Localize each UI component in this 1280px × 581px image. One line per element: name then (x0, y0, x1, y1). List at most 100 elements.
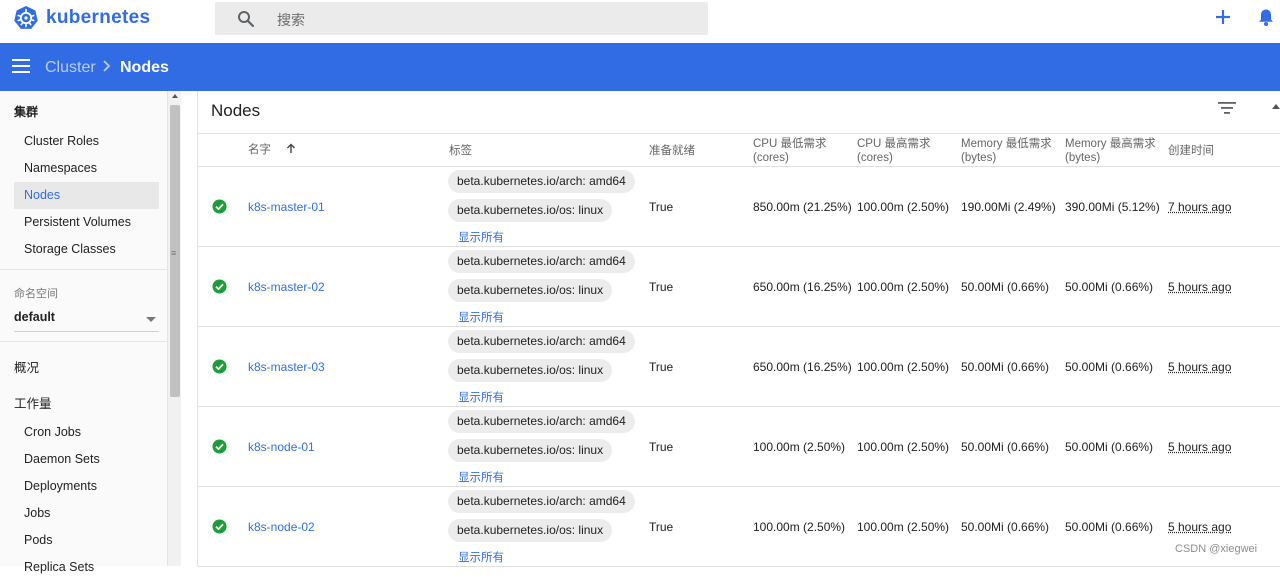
app-name: kubernetes (46, 7, 150, 29)
created-age[interactable]: 5 hours ago (1168, 520, 1231, 534)
node-name-link[interactable]: k8s-master-02 (248, 280, 325, 294)
created-age[interactable]: 5 hours ago (1168, 280, 1231, 294)
sidebar-item-jobs[interactable]: Jobs (14, 500, 159, 527)
chevron-right-icon (101, 58, 113, 74)
label-chip: beta.kubernetes.io/os: linux (448, 519, 612, 542)
namespace-select[interactable]: default (14, 310, 159, 332)
show-all-labels-link[interactable]: 显示所有 (458, 469, 504, 485)
label-chip: beta.kubernetes.io/os: linux (448, 279, 612, 302)
top-bar: kubernetes 搜索 (0, 0, 1280, 43)
column-header-ready[interactable]: 准备就绪 (649, 144, 695, 158)
show-all-labels-link[interactable]: 显示所有 (458, 549, 504, 565)
table-row: k8s-master-02 beta.kubernetes.io/arch: a… (198, 247, 1280, 327)
sidebar: 集群 Cluster Roles Namespaces Nodes Persis… (0, 91, 167, 566)
label-chip: beta.kubernetes.io/os: linux (448, 439, 612, 462)
header-divider (198, 133, 1280, 134)
sidebar-item-storage-classes[interactable]: Storage Classes (14, 236, 159, 263)
search-input[interactable]: 搜索 (215, 2, 708, 35)
sidebar-item-cron-jobs[interactable]: Cron Jobs (14, 419, 159, 446)
sidebar-divider (0, 269, 167, 270)
column-header-name-label: 名字 (248, 144, 271, 156)
plus-icon[interactable] (1213, 7, 1233, 27)
cpu-limits-value: 100.00m (2.50%) (857, 360, 949, 374)
column-header-labels: 标签 (449, 144, 472, 158)
column-header-memory-requests[interactable]: Memory 最低需求 (bytes) (961, 137, 1052, 165)
sidebar-divider (0, 341, 167, 342)
sidebar-scrollbar[interactable]: ≡ (167, 91, 181, 566)
show-all-labels-link[interactable]: 显示所有 (458, 389, 504, 405)
label-chip: beta.kubernetes.io/os: linux (448, 199, 612, 222)
node-name-link[interactable]: k8s-node-01 (248, 440, 315, 454)
sidebar-item-pods[interactable]: Pods (14, 527, 159, 554)
sidebar-item-overview[interactable]: 概况 (14, 357, 39, 376)
column-header-memory-limits-label: Memory 最高需求 (1065, 137, 1156, 151)
nodes-panel: Nodes 名字 标签 准备就绪 CPU 最低需求 (cores) CPU 最高… (197, 91, 1280, 566)
column-header-name[interactable]: 名字 (248, 143, 296, 157)
kubernetes-wheel-icon (13, 5, 39, 31)
ready-value: True (649, 200, 673, 214)
sidebar-item-daemon-sets[interactable]: Daemon Sets (14, 446, 159, 473)
check-circle-icon (212, 359, 227, 374)
column-header-cpu-limits[interactable]: CPU 最高需求 (cores) (857, 137, 930, 165)
memory-limits-value: 50.00Mi (0.66%) (1065, 440, 1153, 454)
column-header-memory-limits-unit: (bytes) (1065, 151, 1156, 165)
table-row: k8s-master-01 beta.kubernetes.io/arch: a… (198, 167, 1280, 247)
breadcrumb-cluster[interactable]: Cluster (45, 59, 96, 77)
memory-requests-value: 190.00Mi (2.49%) (961, 200, 1056, 214)
memory-limits-value: 50.00Mi (0.66%) (1065, 360, 1153, 374)
column-header-cpu-limits-unit: (cores) (857, 151, 930, 165)
label-chip: beta.kubernetes.io/arch: amd64 (448, 410, 635, 433)
sidebar-section-cluster: 集群 (14, 103, 38, 120)
memory-requests-value: 50.00Mi (0.66%) (961, 280, 1049, 294)
cpu-requests-value: 100.00m (2.50%) (753, 520, 845, 534)
sidebar-item-cluster-roles[interactable]: Cluster Roles (14, 128, 159, 155)
show-all-labels-link[interactable]: 显示所有 (458, 229, 504, 245)
column-header-cpu-requests[interactable]: CPU 最低需求 (cores) (753, 137, 826, 165)
node-name-link[interactable]: k8s-node-02 (248, 520, 315, 534)
cpu-limits-value: 100.00m (2.50%) (857, 520, 949, 534)
memory-limits-value: 50.00Mi (0.66%) (1065, 520, 1153, 534)
memory-limits-value: 390.00Mi (5.12%) (1065, 200, 1160, 214)
sidebar-item-deployments[interactable]: Deployments (14, 473, 159, 500)
filter-list-icon[interactable] (1218, 101, 1236, 115)
sidebar-item-nodes[interactable]: Nodes (14, 182, 159, 209)
check-circle-icon (212, 519, 227, 534)
label-chip: beta.kubernetes.io/os: linux (448, 359, 612, 382)
node-name-link[interactable]: k8s-master-01 (248, 200, 325, 214)
ready-value: True (649, 280, 673, 294)
scroll-up-icon[interactable] (172, 94, 178, 98)
page-title: Nodes (211, 101, 260, 121)
column-header-memory-limits[interactable]: Memory 最高需求 (bytes) (1065, 137, 1156, 165)
cpu-requests-value: 850.00m (21.25%) (753, 200, 852, 214)
memory-limits-value: 50.00Mi (0.66%) (1065, 280, 1153, 294)
column-header-cpu-requests-label: CPU 最低需求 (753, 137, 826, 151)
column-header-memory-requests-unit: (bytes) (961, 151, 1052, 165)
table-row: k8s-node-01 beta.kubernetes.io/arch: amd… (198, 407, 1280, 487)
column-header-created[interactable]: 创建时间 (1168, 144, 1214, 158)
node-name-link[interactable]: k8s-master-03 (248, 360, 325, 374)
ready-value: True (649, 440, 673, 454)
ready-value: True (649, 520, 673, 534)
column-header-cpu-requests-unit: (cores) (753, 151, 826, 165)
bell-icon[interactable] (1256, 7, 1276, 27)
sidebar-item-persistent-volumes[interactable]: Persistent Volumes (14, 209, 159, 236)
created-age[interactable]: 5 hours ago (1168, 440, 1231, 454)
menu-icon[interactable] (12, 58, 30, 74)
sidebar-item-namespaces[interactable]: Namespaces (14, 155, 159, 182)
memory-requests-value: 50.00Mi (0.66%) (961, 520, 1049, 534)
label-chip: beta.kubernetes.io/arch: amd64 (448, 330, 635, 353)
kubernetes-logo[interactable]: kubernetes (13, 5, 150, 31)
table-row: k8s-master-03 beta.kubernetes.io/arch: a… (198, 327, 1280, 407)
cpu-requests-value: 100.00m (2.50%) (753, 440, 845, 454)
created-age[interactable]: 7 hours ago (1168, 200, 1231, 214)
namespace-value: default (14, 310, 55, 324)
created-age[interactable]: 5 hours ago (1168, 360, 1231, 374)
table-row: k8s-node-02 beta.kubernetes.io/arch: amd… (198, 487, 1280, 567)
label-chip: beta.kubernetes.io/arch: amd64 (448, 170, 635, 193)
sidebar-section-workloads[interactable]: 工作量 (14, 393, 52, 412)
cpu-limits-value: 100.00m (2.50%) (857, 200, 949, 214)
arrow-upward-icon (286, 143, 296, 154)
show-all-labels-link[interactable]: 显示所有 (458, 309, 504, 325)
collapse-icon[interactable] (1272, 104, 1280, 109)
sidebar-item-replica-sets[interactable]: Replica Sets (14, 554, 159, 581)
